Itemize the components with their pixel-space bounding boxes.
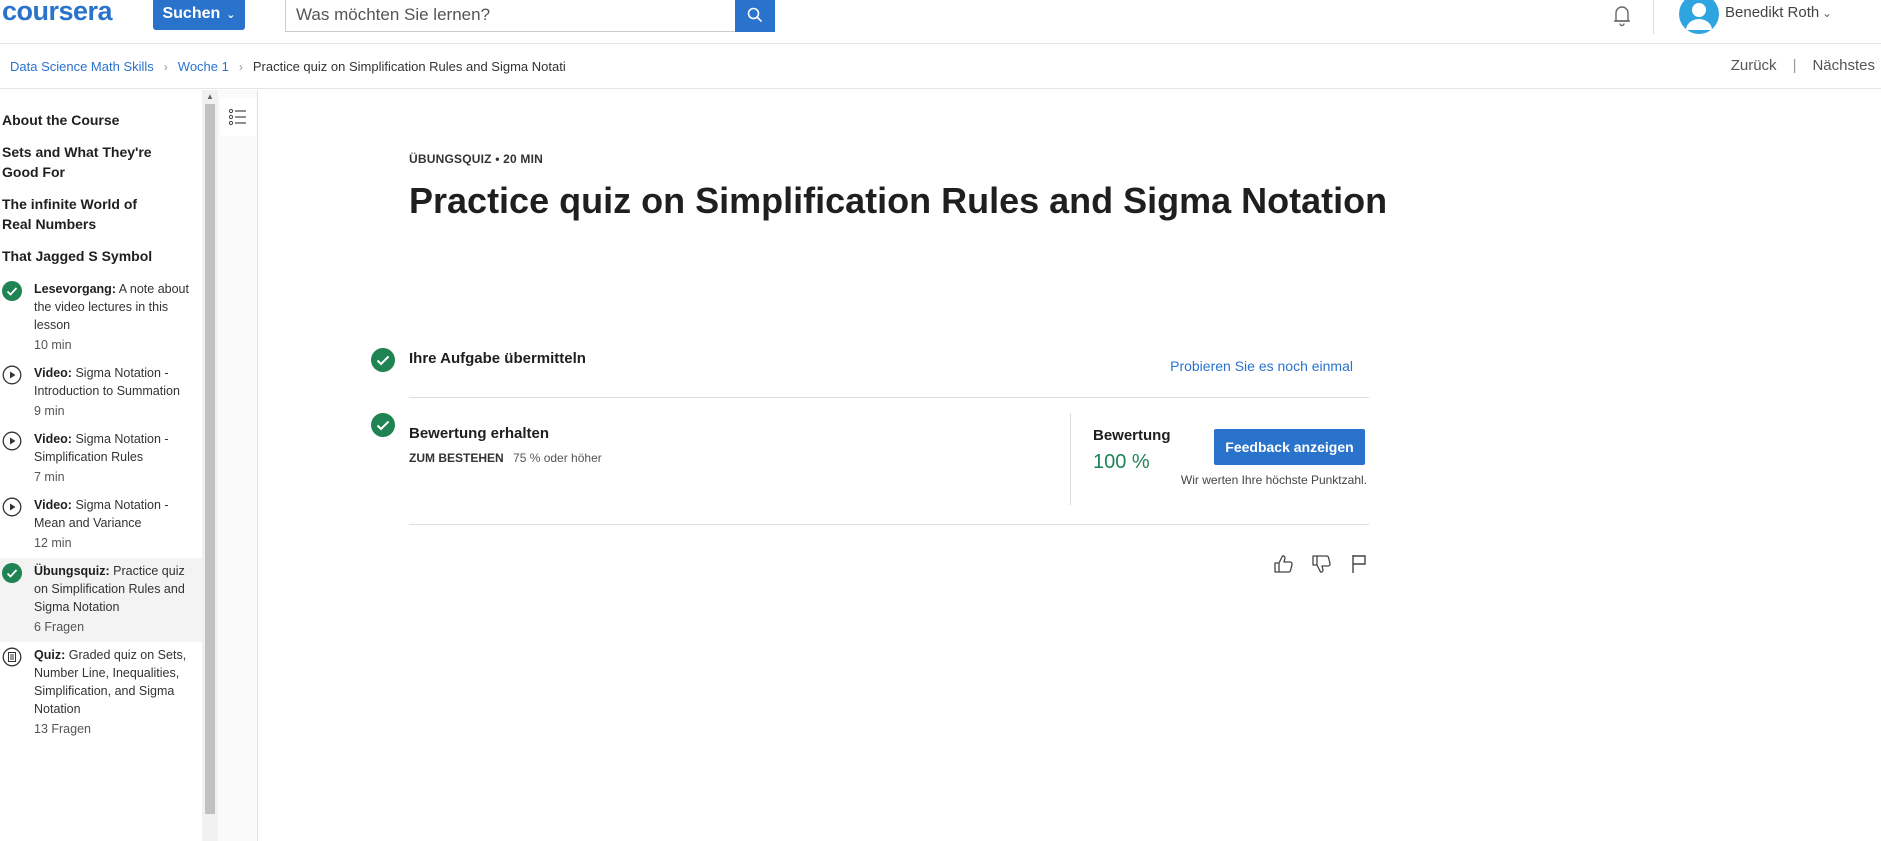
item-duration: 13 Fragen xyxy=(34,722,91,736)
quiz-icon xyxy=(2,647,22,667)
chevron-down-icon: ⌄ xyxy=(226,8,236,21)
sidebar-toggle-column xyxy=(218,90,258,841)
browse-button-label: Suchen xyxy=(162,5,221,22)
item-type: Video: xyxy=(34,366,72,380)
chevron-right-icon: › xyxy=(238,59,243,74)
page-title: Practice quiz on Simplification Rules an… xyxy=(409,180,1388,221)
sidebar-item-video-mean-variance[interactable]: Video: Sigma Notation - Mean and Varianc… xyxy=(0,492,202,558)
sidebar-module-sets[interactable]: Sets and What They're Good For xyxy=(0,142,170,182)
flag-icon[interactable] xyxy=(1347,552,1371,576)
toggle-sidebar-button[interactable] xyxy=(220,98,256,136)
check-icon xyxy=(371,348,395,372)
item-duration: 12 min xyxy=(34,536,72,550)
course-sidebar: About the Course Sets and What They're G… xyxy=(0,90,202,841)
nav-separator: | xyxy=(1792,57,1797,74)
search-icon xyxy=(747,7,763,23)
breadcrumb-bar: Data Science Math Skills › Woche 1 › Pra… xyxy=(0,45,1881,89)
item-kicker: ÜBUNGSQUIZ • 20 MIN xyxy=(409,152,544,166)
item-duration: 10 min xyxy=(34,338,72,352)
submit-section: Ihre Aufgabe übermitteln Probieren Sie e… xyxy=(371,340,1369,398)
sidebar-module-sigma[interactable]: That Jagged S Symbol xyxy=(0,246,170,266)
top-bar: coursera Suchen ⌄ Was möchten Sie lernen… xyxy=(0,0,1881,44)
back-link[interactable]: Zurück xyxy=(1731,57,1777,74)
next-link[interactable]: Nächstes xyxy=(1812,57,1875,74)
item-duration: 6 Fragen xyxy=(34,620,85,634)
chevron-right-icon: › xyxy=(163,59,168,74)
search-button[interactable] xyxy=(735,0,775,32)
item-navigation: Zurück | Nächstes xyxy=(1731,57,1875,74)
item-type: Quiz: xyxy=(34,648,66,662)
scroll-up-icon[interactable]: ▲ xyxy=(206,92,214,101)
coursera-logo[interactable]: coursera xyxy=(2,0,113,27)
item-type: Video: xyxy=(34,432,72,446)
thumbs-up-icon[interactable] xyxy=(1271,552,1295,576)
avatar[interactable] xyxy=(1679,0,1719,34)
pass-label: ZUM BESTEHEN xyxy=(409,451,504,465)
list-icon xyxy=(228,108,246,126)
sidebar-scrollbar[interactable]: ▲ xyxy=(202,90,218,841)
reaction-bar xyxy=(1271,552,1371,576)
sidebar-item-practice-quiz[interactable]: Übungsquiz: Practice quiz on Simplificat… xyxy=(0,558,202,642)
retry-link[interactable]: Probieren Sie es noch einmal xyxy=(1170,358,1353,374)
play-icon xyxy=(2,365,22,385)
check-icon xyxy=(2,281,22,301)
grade-value: 100 % xyxy=(1093,451,1150,473)
breadcrumb-week[interactable]: Woche 1 xyxy=(178,59,229,74)
bell-icon[interactable] xyxy=(1607,0,1637,30)
search-placeholder: Was möchten Sie lernen? xyxy=(296,5,491,24)
chevron-down-icon[interactable]: ⌄ xyxy=(1822,6,1832,20)
pass-value: 75 % oder höher xyxy=(513,451,602,465)
main-content: ÜBUNGSQUIZ • 20 MIN Practice quiz on Sim… xyxy=(260,90,1881,841)
breadcrumb-course[interactable]: Data Science Math Skills xyxy=(10,59,154,74)
sidebar-item-reading[interactable]: Lesevorgang: A note about the video lect… xyxy=(0,276,202,360)
item-type: Übungsquiz: xyxy=(34,564,110,578)
grade-received-title: Bewertung erhalten xyxy=(409,425,550,442)
item-type: Video: xyxy=(34,498,72,512)
grade-divider xyxy=(1070,413,1071,505)
header-divider xyxy=(1653,0,1654,34)
sidebar-item-graded-quiz[interactable]: Quiz: Graded quiz on Sets, Number Line, … xyxy=(0,642,202,744)
show-feedback-button[interactable]: Feedback anzeigen xyxy=(1214,429,1365,465)
check-icon xyxy=(2,563,22,583)
item-duration: 7 min xyxy=(34,470,65,484)
browse-button[interactable]: Suchen ⌄ xyxy=(153,0,245,30)
sidebar-module-about[interactable]: About the Course xyxy=(0,110,170,130)
sidebar-item-video-intro[interactable]: Video: Sigma Notation - Introduction to … xyxy=(0,360,202,426)
user-name[interactable]: Benedikt Roth xyxy=(1725,4,1819,21)
breadcrumb-current: Practice quiz on Simplification Rules an… xyxy=(252,59,566,74)
sidebar-module-real-numbers[interactable]: The infinite World of Real Numbers xyxy=(0,194,170,234)
grade-note: Wir werten Ihre höchste Punktzahl. xyxy=(1180,473,1367,487)
grade-section: Bewertung erhalten ZUM BESTEHEN 75 % ode… xyxy=(371,399,1369,525)
item-type: Lesevorgang: xyxy=(34,282,116,296)
play-icon xyxy=(2,497,22,517)
sidebar-item-video-simplification[interactable]: Video: Sigma Notation - Simplification R… xyxy=(0,426,202,492)
user-icon xyxy=(1686,3,1712,30)
pass-requirement: ZUM BESTEHEN 75 % oder höher xyxy=(409,451,602,465)
play-icon xyxy=(2,431,22,451)
breadcrumb: Data Science Math Skills › Woche 1 › Pra… xyxy=(10,59,566,74)
item-duration: 9 min xyxy=(34,404,65,418)
submit-title: Ihre Aufgabe übermitteln xyxy=(409,350,586,367)
check-icon xyxy=(371,413,395,437)
scroll-thumb[interactable] xyxy=(205,104,215,814)
thumbs-down-icon[interactable] xyxy=(1309,552,1333,576)
grade-label: Bewertung xyxy=(1093,427,1171,444)
search-input[interactable]: Was möchten Sie lernen? xyxy=(285,0,735,32)
